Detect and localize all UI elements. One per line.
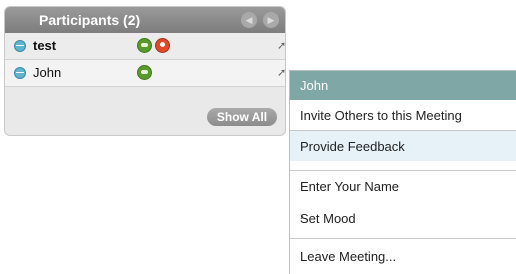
menu-item-invite-others[interactable]: Invite Others to this Meeting xyxy=(290,100,516,130)
participant-row-test[interactable]: test ➚ xyxy=(5,33,285,60)
menu-item-label: Invite Others to this Meeting xyxy=(300,108,462,123)
menu-header-name: John xyxy=(300,78,329,93)
chevron-right-icon[interactable]: ▶ xyxy=(263,12,279,28)
presenter-icon[interactable] xyxy=(155,38,170,53)
menu-item-label: Leave Meeting... xyxy=(300,249,397,264)
participant-name: test xyxy=(33,38,57,53)
menu-item-label: Enter Your Name xyxy=(300,179,400,194)
menu-item-label: Set Mood xyxy=(300,211,356,226)
status-icon xyxy=(14,40,26,52)
menu-item-leave-meeting[interactable]: Leave Meeting... xyxy=(290,241,516,271)
pin-icon[interactable]: ➚ xyxy=(277,66,285,79)
menu-header: John xyxy=(290,71,516,100)
participant-row-john[interactable]: John ➚ xyxy=(5,60,285,87)
menu-item-enter-your-name[interactable]: Enter Your Name xyxy=(290,171,516,201)
participants-panel: Participants (2) ◀ ▶ test ➚ John ➚ Show … xyxy=(4,6,286,136)
participants-title: Participants (2) xyxy=(39,12,141,28)
chat-icon[interactable] xyxy=(137,65,152,80)
chevron-left-icon[interactable]: ◀ xyxy=(241,12,257,28)
participant-name: John xyxy=(33,65,62,80)
participant-context-menu: John Invite Others to this Meeting Provi… xyxy=(289,70,516,274)
menu-item-set-mood[interactable]: Set Mood › xyxy=(290,203,516,233)
participants-header: Participants (2) ◀ ▶ xyxy=(5,7,285,33)
chevron-right-icon: › xyxy=(300,211,304,223)
show-all-button[interactable]: Show All xyxy=(207,108,277,126)
menu-item-label: Provide Feedback xyxy=(300,139,405,154)
menu-divider xyxy=(290,238,516,239)
pin-icon[interactable]: ➚ xyxy=(277,39,285,52)
menu-item-provide-feedback[interactable]: Provide Feedback xyxy=(290,131,516,161)
status-icon xyxy=(14,67,26,79)
chat-icon[interactable] xyxy=(137,38,152,53)
